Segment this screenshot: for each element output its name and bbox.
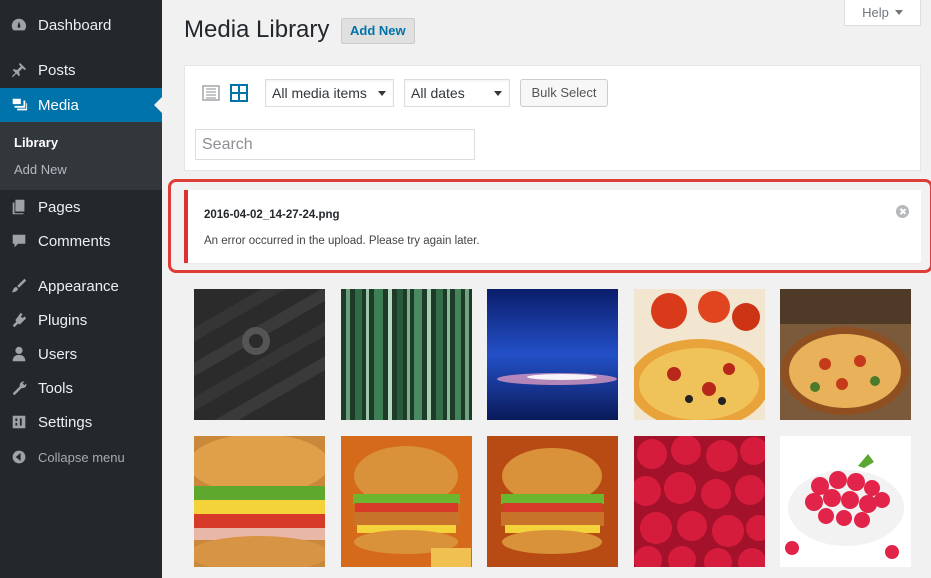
paintbrush-icon [0,277,38,295]
grid-view-icon[interactable] [229,83,249,103]
raspberries-thumbnail[interactable] [634,436,765,567]
dashboard-icon [0,16,38,34]
collapse-menu-button[interactable]: Collapse menu [0,446,162,468]
sidebar-item-tools[interactable]: Tools [0,371,162,405]
sidebar-item-pages[interactable]: Pages [0,190,162,224]
comment-icon [0,232,38,250]
pin-icon [0,61,38,79]
pizza-table-thumbnail[interactable] [780,289,911,420]
sidebar-item-plugins[interactable]: Plugins [0,303,162,337]
close-icon[interactable] [896,205,909,218]
sidebar-item-media[interactable]: Media [0,88,162,122]
sidebar-item-label: Appearance [38,277,119,295]
sidebar-item-comments[interactable]: Comments [0,224,162,258]
admin-sidebar: Dashboard Posts Media Library Add New Pa… [0,0,162,578]
wrench-icon [0,379,38,397]
media-icon [0,96,38,114]
submenu-item-library[interactable]: Library [14,135,58,150]
help-tab[interactable]: Help [844,0,921,26]
sidebar-item-dashboard[interactable]: Dashboard [0,8,162,42]
sidebar-item-appearance[interactable]: Appearance [0,269,162,303]
sidebar-item-label: Posts [38,61,76,79]
submenu-item-add-new[interactable]: Add New [14,162,67,177]
search-input[interactable] [195,129,475,160]
plugin-icon [0,311,38,329]
user-icon [0,345,38,363]
date-filter[interactable]: All dates [404,79,510,107]
notice-message: An error occurred in the upload. Please … [204,235,480,247]
sidebar-item-label: Pages [38,198,81,216]
sidebar-item-label: Comments [38,232,111,250]
burger-thumbnail[interactable] [341,436,472,567]
chevron-down-icon [494,91,502,96]
sidebar-item-label: Plugins [38,311,88,329]
sidebar-item-label: Settings [38,413,93,431]
sandwich-thumbnail[interactable] [194,436,325,567]
sidebar-item-posts[interactable]: Posts [0,53,162,87]
sidebar-item-label: Media [38,96,79,114]
sidebar-item-settings[interactable]: Settings [0,405,162,439]
sidebar-item-label: Tools [38,379,74,397]
media-type-filter-value: All media items [272,85,367,101]
help-label: Help [862,5,889,20]
pages-icon [0,198,38,216]
green-stripes-thumbnail[interactable] [341,289,472,420]
date-filter-value: All dates [411,85,465,101]
collapse-arrow-icon [0,449,38,465]
chevron-down-icon [894,10,903,15]
list-view-icon[interactable] [201,83,221,103]
sidebar-item-label: Dashboard [38,16,112,34]
sidebar-item-label: Users [38,345,78,363]
collapse-menu-label: Collapse menu [38,449,125,465]
bulk-select-button[interactable]: Bulk Select [520,79,608,107]
raspberry-bowl-thumbnail[interactable] [780,436,911,567]
dark-pattern-thumbnail[interactable] [194,289,325,420]
notice-filename: 2016-04-02_14-27-24.png [204,209,340,221]
upload-error-notice: 2016-04-02_14-27-24.png An error occurre… [184,190,921,263]
media-submenu: Library Add New [0,122,162,190]
sidebar-item-users[interactable]: Users [0,337,162,371]
add-new-button[interactable]: Add New [341,18,415,44]
pizza-thumbnail[interactable] [634,289,765,420]
burger-thumbnail-2[interactable] [487,436,618,567]
page-title: Media Library [184,16,330,43]
media-type-filter[interactable]: All media items [265,79,394,107]
blue-light-thumbnail[interactable] [487,289,618,420]
settings-icon [0,413,38,431]
media-toolbar: All media items All dates Bulk Select [184,65,921,171]
chevron-down-icon [378,91,386,96]
